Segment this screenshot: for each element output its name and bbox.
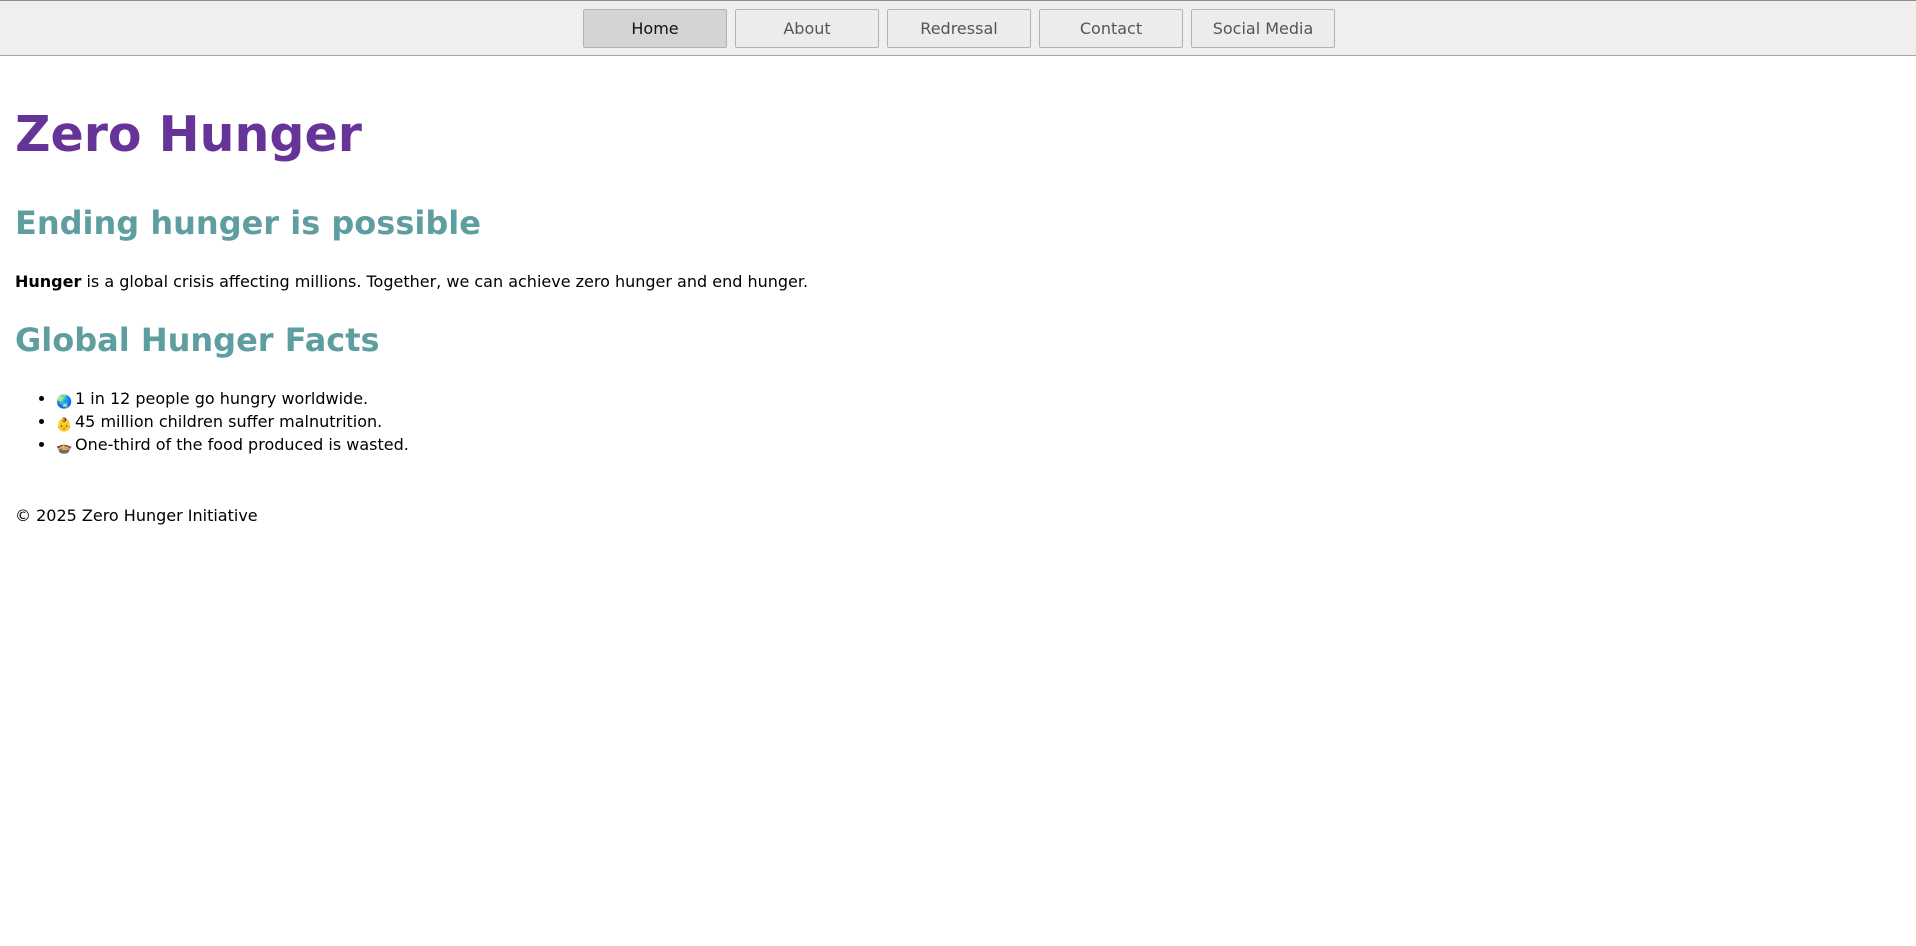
intro-paragraph: Hunger is a global crisis affecting mill… <box>15 272 808 292</box>
footer-copyright: © 2025 Zero Hunger Initiative <box>15 506 258 525</box>
globe-icon: 🌏 <box>56 395 73 410</box>
nav-social-media-button[interactable]: Social Media <box>1191 9 1335 48</box>
fact-text: 1 in 12 people go hungry worldwide. <box>75 389 369 408</box>
intro-text: is a global crisis affecting millions. T… <box>81 272 809 291</box>
facts-list: 🌏1 in 12 people go hungry worldwide. 👶45… <box>15 388 409 457</box>
section-heading-facts: Global Hunger Facts <box>15 321 380 359</box>
page-title: Zero Hunger <box>15 106 362 163</box>
food-bowl-icon: 🍲 <box>56 441 73 456</box>
nav-contact-button[interactable]: Contact <box>1039 9 1183 48</box>
section-heading-ending-hunger: Ending hunger is possible <box>15 204 481 242</box>
nav-about-button[interactable]: About <box>735 9 879 48</box>
nav-redressal-button[interactable]: Redressal <box>887 9 1031 48</box>
list-item: 🍲One-third of the food produced is waste… <box>56 434 409 457</box>
list-item: 🌏1 in 12 people go hungry worldwide. <box>56 388 409 411</box>
baby-icon: 👶 <box>56 418 73 433</box>
nav-home-button[interactable]: Home <box>583 9 727 48</box>
fact-text: 45 million children suffer malnutrition. <box>75 412 383 431</box>
intro-bold-text: Hunger <box>15 272 82 291</box>
list-item: 👶45 million children suffer malnutrition… <box>56 411 409 434</box>
fact-text: One-third of the food produced is wasted… <box>75 435 409 454</box>
top-navigation: Home About Redressal Contact Social Medi… <box>0 0 1916 56</box>
